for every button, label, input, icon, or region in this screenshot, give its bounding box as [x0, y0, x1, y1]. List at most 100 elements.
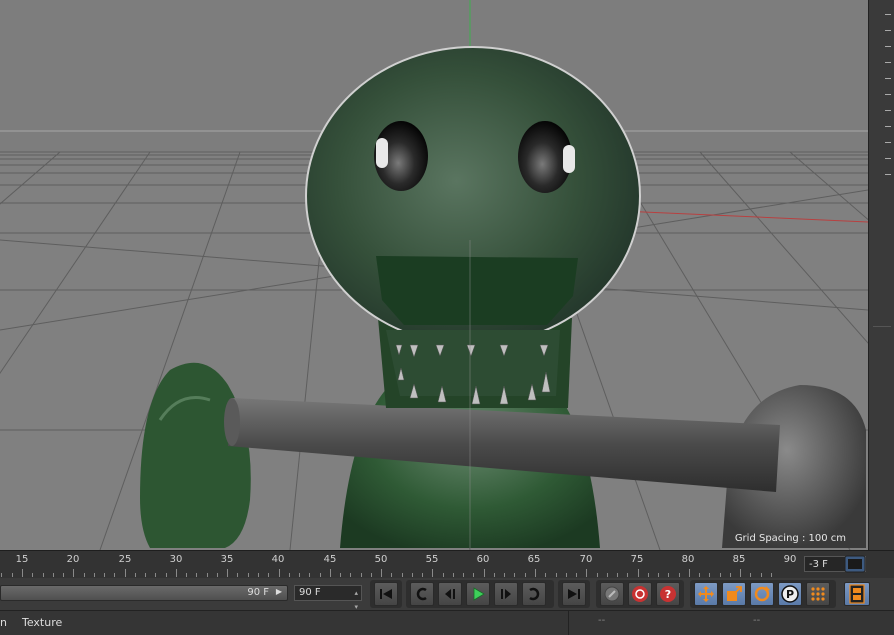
go-to-end-icon[interactable]	[562, 582, 586, 606]
timeline-minor-tick	[709, 573, 711, 577]
timeline-tick-label: 80	[681, 554, 695, 565]
step-back-icon[interactable]	[438, 582, 462, 606]
timeline-minor-tick	[514, 573, 516, 577]
panel-divider[interactable]	[873, 326, 891, 345]
timeline-open-icon[interactable]	[844, 555, 866, 573]
3d-viewport[interactable]: Grid Spacing : 100 cm	[0, 0, 868, 550]
timeline-minor-tick	[381, 569, 383, 577]
timeline-minor-tick	[63, 573, 65, 577]
go-to-start-icon[interactable]	[374, 582, 398, 606]
play-forward-icon[interactable]	[466, 582, 490, 606]
timeline-minor-tick	[186, 573, 188, 577]
timeline-minor-tick	[391, 573, 393, 577]
timeline-minor-tick	[463, 573, 465, 577]
timeline-minor-tick	[360, 573, 362, 577]
timeline-minor-tick	[483, 569, 485, 577]
timeline-minor-tick	[93, 573, 95, 577]
move-key-icon[interactable]	[694, 582, 718, 606]
side-tick	[885, 78, 891, 79]
current-frame-value: -3 F	[809, 559, 828, 570]
timeline-minor-tick	[114, 573, 116, 577]
timeline-minor-tick	[52, 573, 54, 577]
timeline-minor-tick	[576, 573, 578, 577]
side-tick	[885, 142, 891, 143]
range-slider-value: 90 F	[247, 587, 269, 598]
timeline-minor-tick	[411, 573, 413, 577]
timeline-minor-tick	[596, 573, 598, 577]
frame-range-slider[interactable]: 90 F ▶	[0, 585, 288, 601]
timeline-minor-tick	[32, 573, 34, 577]
scale-key-icon[interactable]	[722, 582, 746, 606]
timeline-minor-tick	[73, 569, 75, 577]
timeline-minor-tick	[278, 569, 280, 577]
timeline-tick-label: 60	[476, 554, 490, 565]
timeline-minor-tick	[452, 573, 454, 577]
divider	[568, 611, 569, 635]
viewport-scene	[0, 0, 868, 550]
step-forward-icon[interactable]	[494, 582, 518, 606]
timeline-minor-tick	[104, 573, 106, 577]
coord-field[interactable]: --	[598, 615, 605, 626]
timeline-minor-tick	[288, 573, 290, 577]
timeline-tick-label: 50	[374, 554, 388, 565]
coord-field[interactable]: --	[753, 615, 760, 626]
timeline-minor-tick	[1, 573, 3, 577]
timeline-minor-tick	[729, 573, 731, 577]
parameter-key-icon[interactable]: P	[778, 582, 802, 606]
timeline-tick-label: 65	[527, 554, 541, 565]
timeline-ruler[interactable]: 15 20 25 30 35 40 45 50 55 60 65 70 75 8…	[0, 550, 894, 579]
timeline-minor-tick	[658, 573, 660, 577]
timeline-minor-tick	[175, 569, 177, 577]
side-tick	[885, 14, 891, 15]
timeline-minor-tick	[134, 573, 136, 577]
timeline-minor-tick	[555, 573, 557, 577]
timeline-minor-tick	[227, 569, 229, 577]
end-frame-field[interactable]: 90 F ▴ ▾	[294, 585, 362, 611]
timeline-tick-label: 40	[271, 554, 285, 565]
timeline-minor-tick	[535, 569, 536, 577]
timeline-minor-tick	[668, 573, 670, 577]
side-tick	[885, 158, 891, 159]
timeline-tick-label: 15	[15, 554, 29, 565]
previous-keyframe-icon[interactable]	[410, 582, 434, 606]
record-active-icon[interactable]	[600, 582, 624, 606]
next-keyframe-icon[interactable]	[522, 582, 546, 606]
timeline-minor-tick	[268, 573, 270, 577]
timeline-minor-tick	[247, 573, 249, 577]
timeline-tick-label: 45	[323, 554, 337, 565]
timeline-minor-tick	[370, 573, 372, 577]
timeline-minor-tick	[206, 573, 208, 577]
timeline-minor-tick	[432, 569, 434, 577]
side-tick	[885, 46, 891, 47]
timeline-minor-tick	[524, 573, 526, 577]
timeline-minor-tick	[504, 573, 506, 577]
timeline-minor-tick	[257, 573, 259, 577]
timeline-minor-tick	[42, 573, 44, 577]
timeline-minor-tick	[760, 573, 762, 577]
timeline-minor-tick	[216, 573, 218, 577]
timeline-tick-label: 35	[220, 554, 234, 565]
arrow-right-icon[interactable]: ▶	[276, 587, 282, 596]
timeline-tick-label: 85	[732, 554, 746, 565]
key-help-icon[interactable]: ?	[656, 582, 680, 606]
timeline-minor-tick	[340, 573, 342, 577]
autokey-icon[interactable]	[628, 582, 652, 606]
timeline-minor-tick	[678, 573, 680, 577]
timeline-tick-label: 90	[783, 554, 797, 565]
rotate-key-icon[interactable]	[750, 582, 774, 606]
timeline-minor-tick	[688, 569, 690, 577]
timeline-minor-tick	[750, 573, 752, 577]
point-level-animation-icon[interactable]	[806, 582, 830, 606]
timeline-tick-label: 55	[425, 554, 439, 565]
timeline-minor-tick	[473, 573, 475, 577]
timeline-minor-tick	[237, 573, 239, 577]
timeline-minor-tick	[647, 573, 649, 577]
timeline-tick-label: 30	[169, 554, 183, 565]
tab-texture[interactable]: Texture	[22, 616, 62, 629]
timeline-minor-tick	[606, 573, 608, 577]
timeline-minor-tick	[617, 573, 619, 577]
side-tick	[885, 110, 891, 111]
timeline-tick-label: 20	[66, 554, 80, 565]
timeline-minor-tick	[145, 573, 147, 577]
film-strip-icon[interactable]	[844, 582, 870, 606]
